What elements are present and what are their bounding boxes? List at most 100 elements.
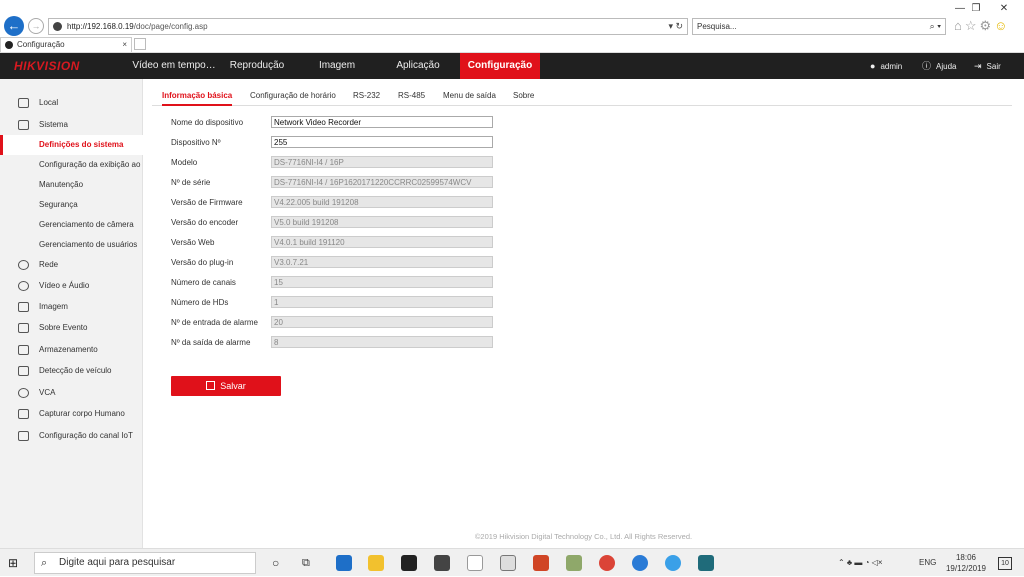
powerpoint-icon[interactable] (533, 555, 549, 571)
iot-icon (18, 431, 29, 441)
field-device-number: Dispositivo Nº (171, 136, 501, 150)
remote-desktop-icon[interactable] (698, 555, 714, 571)
sidebar-item-network[interactable]: Rede (0, 255, 143, 275)
vehicle-icon (18, 366, 29, 376)
sidebar-item-vehicle-detection[interactable]: Detecção de veículo (0, 361, 143, 381)
hdd-count-input (271, 296, 493, 308)
browser-chrome: — ❐ ✕ ← → http://192.168.0.19/doc/page/c… (0, 0, 1024, 53)
browser-icon[interactable] (632, 555, 648, 571)
store-icon[interactable] (401, 555, 417, 571)
logout-icon: ⇥ (974, 61, 982, 71)
monitor-icon (18, 98, 29, 108)
tab-title: Configuração (17, 40, 65, 49)
maximize-button[interactable]: ❐ (966, 3, 986, 14)
feedback-smiley-icon[interactable]: ☺ (994, 18, 1010, 33)
edge-icon[interactable] (336, 555, 352, 571)
field-label: Versão do plug-in (171, 258, 234, 267)
sidebar-item-label: Gerenciamento de usuários (39, 240, 138, 249)
cortana-icon[interactable]: ○ (272, 549, 279, 577)
field-label: Dispositivo Nº (171, 138, 221, 147)
language-indicator[interactable]: ENG (919, 549, 936, 577)
tray-icons[interactable]: ⌃ ♣ ▬ ◔ ◁× (838, 549, 883, 577)
user-icon: ● (870, 61, 876, 71)
favorites-icon[interactable]: ☆ (965, 18, 980, 33)
nav-live-view[interactable]: Vídeo em tempo… (124, 53, 224, 79)
sidebar-item-human-body-capture[interactable]: Capturar corpo Humano (0, 404, 143, 424)
address-bar[interactable]: http://192.168.0.19/doc/page/config.asp … (48, 18, 688, 35)
windows-taskbar: ⊞ ⌕ Digite aqui para pesquisar ○ ⧉ ⌃ ♣ ▬ … (0, 548, 1024, 576)
taskbar-search-box[interactable]: ⌕ Digite aqui para pesquisar (34, 552, 256, 574)
nav-playback[interactable]: Reprodução (224, 53, 290, 79)
save-icon (206, 381, 216, 390)
paint-icon[interactable] (566, 555, 582, 571)
field-label: Nº de entrada de alarme (171, 318, 258, 327)
clock-date: 19/12/2019 (945, 564, 987, 573)
sidebar-item-storage[interactable]: Armazenamento (0, 340, 143, 360)
save-button[interactable]: Salvar (171, 376, 281, 396)
tab-rs232[interactable]: RS-232 (353, 86, 380, 106)
settings-gear-icon[interactable]: ⚙ (980, 18, 995, 33)
sidebar-item-label: Gerenciamento de câmera (39, 220, 134, 229)
image-icon (18, 302, 29, 312)
device-number-input[interactable] (271, 136, 493, 148)
tab-about[interactable]: Sobre (513, 86, 534, 106)
field-label: Número de HDs (171, 298, 229, 307)
sidebar-item-video-audio[interactable]: Vídeo e Áudio (0, 276, 143, 296)
taskbar-clock[interactable]: 18:06 19/12/2019 (944, 552, 988, 574)
browser-search-box[interactable]: Pesquisa... ⌕ ▾ (692, 18, 946, 35)
sidebar-item-image[interactable]: Imagem (0, 297, 143, 317)
field-label: Versão Web (171, 238, 215, 247)
chrome-icon[interactable] (599, 555, 615, 571)
tab-basic-info[interactable]: Informação básica (162, 86, 233, 106)
browser-tab[interactable]: Configuração × (0, 37, 132, 52)
sidebar-item-label: Rede (39, 260, 59, 269)
vca-icon (18, 388, 29, 398)
nav-application[interactable]: Aplicação (384, 53, 452, 79)
tab-close-icon[interactable]: × (122, 38, 127, 52)
audio-icon (18, 281, 29, 291)
sidebar-item-camera-management[interactable]: Gerenciamento de câmera (0, 215, 143, 235)
field-label: Nº de série (171, 178, 211, 187)
home-icon[interactable]: ⌂ (954, 18, 965, 33)
mail-icon[interactable] (434, 555, 450, 571)
sidebar-item-event[interactable]: Sobre Evento (0, 318, 143, 338)
sidebar-item-system-settings[interactable]: Definições do sistema (0, 135, 143, 155)
nav-image[interactable]: Imagem (306, 53, 368, 79)
field-label: Nome do dispositivo (171, 118, 244, 127)
sidebar-item-vca[interactable]: VCA (0, 383, 143, 403)
sidebar-item-system[interactable]: Sistema (0, 115, 143, 135)
device-name-input[interactable] (271, 116, 493, 128)
sidebar-item-display-config[interactable]: Configuração da exibição ao (0, 155, 143, 175)
logout-link[interactable]: ⇥ Sair (974, 53, 1001, 79)
sidebar-item-iot-channel[interactable]: Configuração do canal IoT (0, 426, 143, 446)
search-icon[interactable]: ⌕ ▾ (930, 19, 941, 34)
hikvision-logo: HIKVISION (14, 59, 80, 73)
config-subtabs: Informação básica Configuração de horári… (152, 86, 1012, 106)
storage-icon (18, 345, 29, 355)
document-icon[interactable] (467, 555, 483, 571)
sidebar-item-maintenance[interactable]: Manutenção (0, 175, 143, 195)
tab-menu-output[interactable]: Menu de saída (443, 86, 496, 106)
notification-center-icon[interactable]: 10 (998, 557, 1012, 570)
field-channel-count: Número de canais (171, 276, 501, 290)
calculator-icon[interactable] (500, 555, 516, 571)
user-menu[interactable]: ● admin (870, 53, 902, 79)
sidebar-item-local[interactable]: Local (0, 93, 143, 113)
sidebar-item-user-management[interactable]: Gerenciamento de usuários (0, 235, 143, 255)
help-link[interactable]: ⓘ Ajuda (922, 53, 956, 79)
close-window-button[interactable]: ✕ (994, 3, 1014, 14)
back-button[interactable]: ← (4, 16, 24, 36)
tab-rs485[interactable]: RS-485 (398, 86, 425, 106)
sidebar-item-label: Segurança (39, 200, 78, 209)
new-tab-button[interactable] (134, 38, 146, 50)
save-label: Salvar (220, 381, 246, 391)
sidebar-item-security[interactable]: Segurança (0, 195, 143, 215)
forward-button[interactable]: → (28, 18, 44, 34)
tab-time-settings[interactable]: Configuração de horário (250, 86, 336, 106)
file-explorer-icon[interactable] (368, 555, 384, 571)
internet-explorer-icon[interactable] (665, 555, 681, 571)
windows-start-icon[interactable]: ⊞ (8, 556, 18, 570)
refresh-icon[interactable]: ▾ ↻ (668, 19, 683, 34)
task-view-icon[interactable]: ⧉ (302, 549, 310, 577)
nav-configuration[interactable]: Configuração (460, 53, 540, 79)
